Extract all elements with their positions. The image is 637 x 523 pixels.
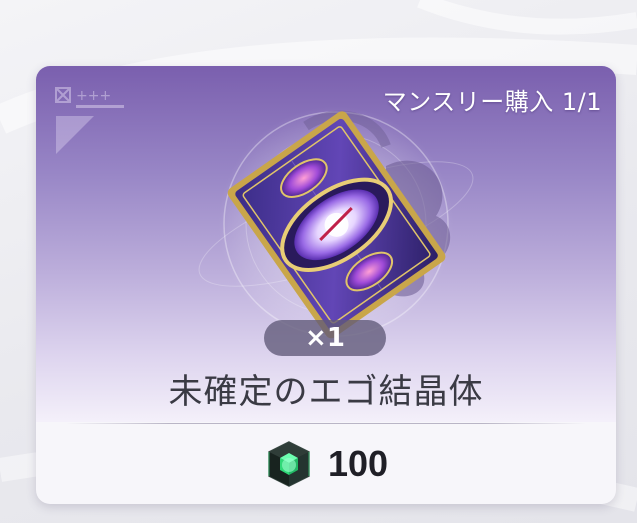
green-crystal-cube-icon	[268, 441, 310, 487]
svg-text:+++: +++	[76, 88, 111, 104]
shop-item-card[interactable]: +++ マンスリー購入 1/1 ×1 未確定のエゴ結晶体 100	[36, 66, 616, 504]
ego-crystal-card-icon	[198, 106, 474, 342]
item-quantity-badge: ×1	[264, 320, 386, 356]
price-row[interactable]: 100	[36, 434, 616, 494]
price-value: 100	[327, 443, 389, 484]
brand-watermark-icon: +++	[55, 87, 124, 154]
card-divider	[66, 423, 586, 424]
item-name: 未確定のエゴ結晶体	[168, 372, 484, 412]
